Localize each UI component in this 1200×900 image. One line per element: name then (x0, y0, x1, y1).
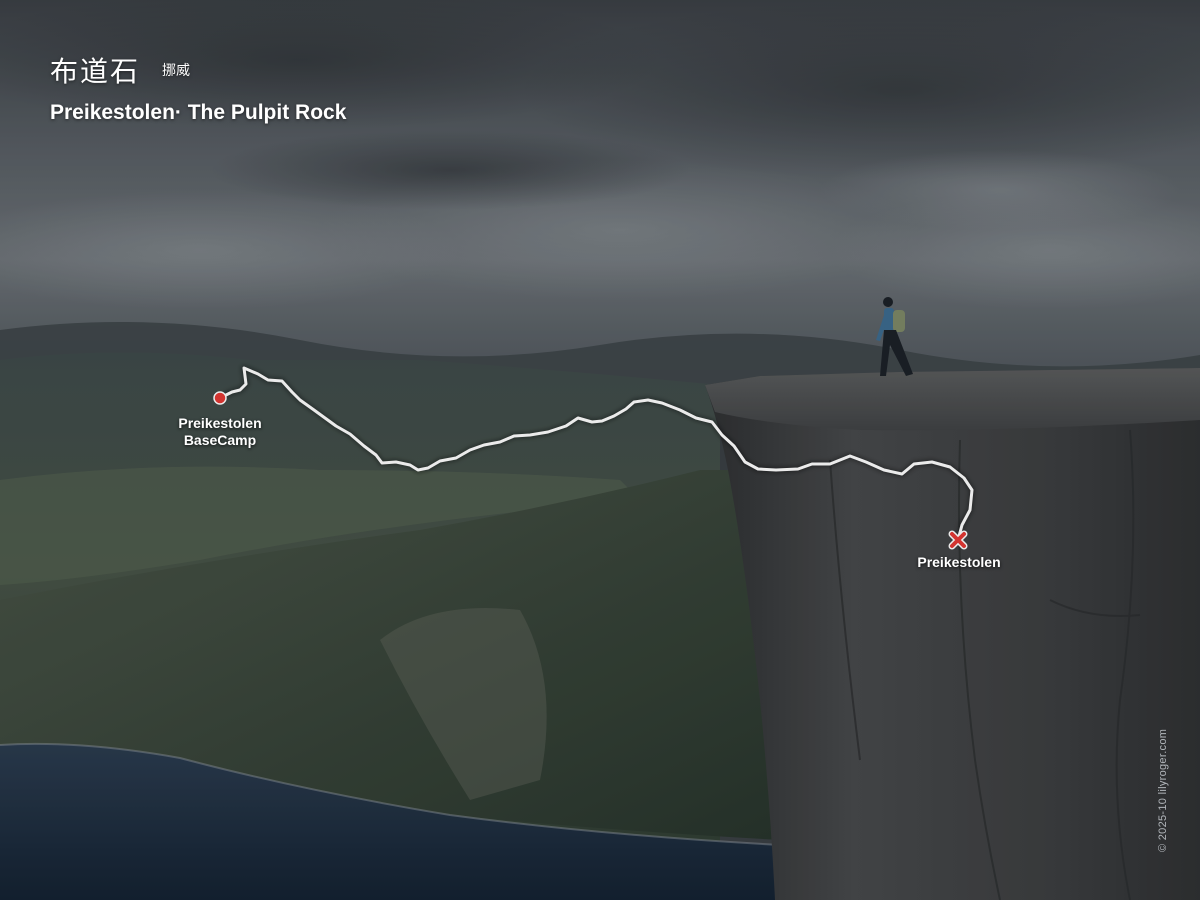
title-country: 挪威 (162, 63, 190, 79)
start-label-line1: Preikestolen (178, 415, 262, 431)
end-label: Preikestolen (917, 554, 1001, 570)
photo-scene: 布道石 挪威 Preikestolen· The Pulpit Rock Pre… (0, 0, 1200, 900)
copyright-credit: © 2025-10 lilyroger.com (1157, 728, 1169, 852)
title-chinese: 布道石 (50, 55, 141, 88)
start-label-line2: BaseCamp (183, 432, 257, 448)
landscape-photo (0, 0, 1200, 900)
title-english: Preikestolen· The Pulpit Rock (50, 101, 347, 124)
start-label: Preikestolen BaseCamp (160, 415, 280, 449)
